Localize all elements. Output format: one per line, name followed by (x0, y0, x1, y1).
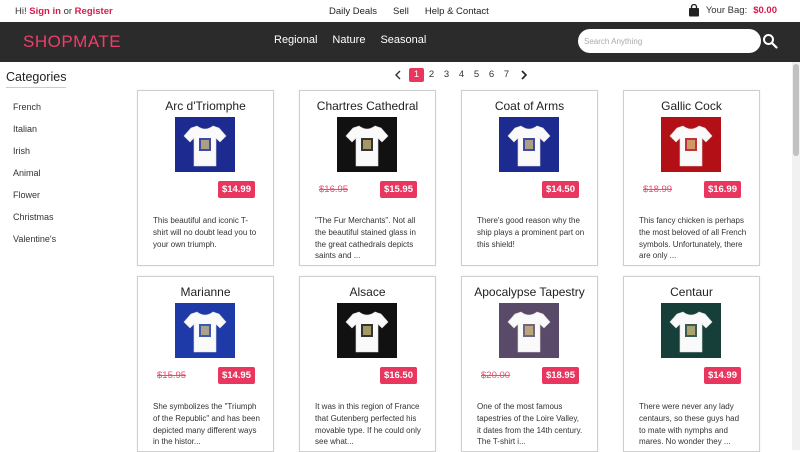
product-card[interactable]: Coat of Arms $14.50 There's good reason wh… (461, 90, 598, 266)
product-description: "The Fur Merchants". Not all the beautif… (315, 216, 416, 261)
category-christmas[interactable]: Christmas (6, 206, 116, 228)
t-shirt-icon (183, 125, 227, 166)
product-card[interactable]: Chartres Cathedral $16.95 $15.95 "The Fur M… (299, 90, 436, 266)
main-nav: SHOPMATE Regional Nature Seasonal (0, 22, 800, 62)
product-price-badge: $14.99 (703, 367, 741, 384)
your-bag[interactable]: Your Bag: $0.00 (688, 4, 777, 17)
t-shirt-icon (507, 311, 551, 352)
product-name[interactable]: Alsace (300, 285, 435, 299)
product-name[interactable]: Arc d'Triomphe (138, 99, 273, 113)
product-old-price: $15.95 (157, 370, 187, 381)
help-contact-link[interactable]: Help & Contact (425, 6, 489, 17)
product-description: One of the most famous tapestries of the… (477, 402, 583, 447)
product-description: She symbolizes the "Triumph of the Repub… (153, 402, 260, 447)
next-page-button[interactable] (518, 68, 530, 82)
product-name[interactable]: Marianne (138, 285, 273, 299)
product-image[interactable] (337, 117, 397, 172)
product-image[interactable] (337, 303, 397, 358)
pagination: 1 2 3 4 5 6 7 (392, 68, 530, 82)
page-7[interactable]: 7 (499, 68, 514, 82)
product-price-badge: $16.99 (703, 181, 741, 198)
product-price-badge: $14.95 (217, 367, 255, 384)
product-image[interactable] (661, 117, 721, 172)
search-icon[interactable] (762, 33, 778, 49)
product-description: This fancy chicken is perhaps the most b… (639, 216, 747, 261)
register-link[interactable]: Register (75, 6, 113, 17)
or-text: or (63, 6, 73, 17)
product-price-badge: $14.50 (541, 181, 579, 198)
chevron-right-icon (521, 70, 528, 80)
product-old-price: $16.95 (319, 184, 349, 195)
category-list: French Italian Irish Animal Flower Chris… (6, 96, 116, 250)
daily-deals-link[interactable]: Daily Deals (329, 6, 377, 17)
product-description: This beautiful and iconic T-shirt will n… (153, 216, 257, 249)
top-links: Daily Deals Sell Help & Contact (329, 6, 489, 17)
product-card[interactable]: Arc d'Triomphe $14.99 This beautiful and i… (137, 90, 274, 266)
t-shirt-icon (345, 311, 389, 352)
product-description: It was in this region of France that Gut… (315, 402, 421, 447)
nav-menu: Regional Nature Seasonal (274, 34, 426, 46)
product-name[interactable]: Apocalypse Tapestry (462, 285, 597, 299)
product-card[interactable]: Centaur $14.99 There were never any lady c… (623, 276, 760, 452)
top-bar: Hi! Sign in or Register Daily Deals Sell… (0, 0, 800, 22)
prev-page-button[interactable] (392, 68, 404, 82)
category-irish[interactable]: Irish (6, 140, 116, 162)
category-italian[interactable]: Italian (6, 118, 116, 140)
category-valentines[interactable]: Valentine's (6, 228, 116, 250)
product-card[interactable]: Marianne $15.95 $14.95 She symbolizes the "… (137, 276, 274, 452)
bag-label: Your Bag: (705, 5, 748, 16)
search-input[interactable] (578, 29, 761, 53)
page-1[interactable]: 1 (409, 68, 424, 82)
t-shirt-icon (183, 311, 227, 352)
product-description: There were never any lady centaurs, so t… (639, 402, 740, 447)
t-shirt-icon (669, 311, 713, 352)
categories-sidebar: Categories French Italian Irish Animal F… (6, 68, 116, 250)
t-shirt-icon (507, 125, 551, 166)
greeting: Hi! Sign in or Register (15, 6, 113, 17)
page-6[interactable]: 6 (484, 68, 499, 82)
product-name[interactable]: Centaur (624, 285, 759, 299)
scrollbar[interactable] (792, 62, 800, 450)
product-price-badge: $15.95 (379, 181, 417, 198)
product-price-badge: $18.95 (541, 367, 579, 384)
product-name[interactable]: Coat of Arms (462, 99, 597, 113)
category-flower[interactable]: Flower (6, 184, 116, 206)
nav-seasonal[interactable]: Seasonal (380, 34, 426, 46)
product-image[interactable] (661, 303, 721, 358)
category-animal[interactable]: Animal (6, 162, 116, 184)
product-name[interactable]: Chartres Cathedral (300, 99, 435, 113)
product-price-badge: $16.50 (379, 367, 417, 384)
page-4[interactable]: 4 (454, 68, 469, 82)
category-french[interactable]: French (6, 96, 116, 118)
t-shirt-icon (669, 125, 713, 166)
scrollbar-thumb[interactable] (793, 64, 799, 156)
product-card[interactable]: Apocalypse Tapestry $20.00 $18.95 One of th… (461, 276, 598, 452)
t-shirt-icon (345, 125, 389, 166)
shopping-bag-icon (688, 4, 699, 17)
page-5[interactable]: 5 (469, 68, 484, 82)
page-2[interactable]: 2 (424, 68, 439, 82)
product-image[interactable] (499, 117, 559, 172)
nav-nature[interactable]: Nature (332, 34, 365, 46)
product-image[interactable] (175, 303, 235, 358)
sign-in-link[interactable]: Sign in (29, 6, 61, 17)
product-old-price: $20.00 (481, 370, 511, 381)
greeting-text: Hi! (15, 6, 27, 17)
product-card[interactable]: Alsace $16.50 It was in this region of Fra… (299, 276, 436, 452)
product-price-badge: $14.99 (217, 181, 255, 198)
page-3[interactable]: 3 (439, 68, 454, 82)
product-card[interactable]: Gallic Cock $18.99 $16.99 This fancy chicke… (623, 90, 760, 266)
bag-amount: $0.00 (753, 5, 777, 16)
product-description: There's good reason why the ship plays a… (477, 216, 585, 249)
shopmate-logo[interactable]: SHOPMATE (23, 32, 121, 52)
product-image[interactable] (175, 117, 235, 172)
product-image[interactable] (499, 303, 559, 358)
product-name[interactable]: Gallic Cock (624, 99, 759, 113)
categories-heading: Categories (6, 70, 67, 88)
nav-regional[interactable]: Regional (274, 34, 317, 46)
sell-link[interactable]: Sell (393, 6, 409, 17)
chevron-left-icon (395, 70, 401, 80)
product-old-price: $18.99 (643, 184, 673, 195)
